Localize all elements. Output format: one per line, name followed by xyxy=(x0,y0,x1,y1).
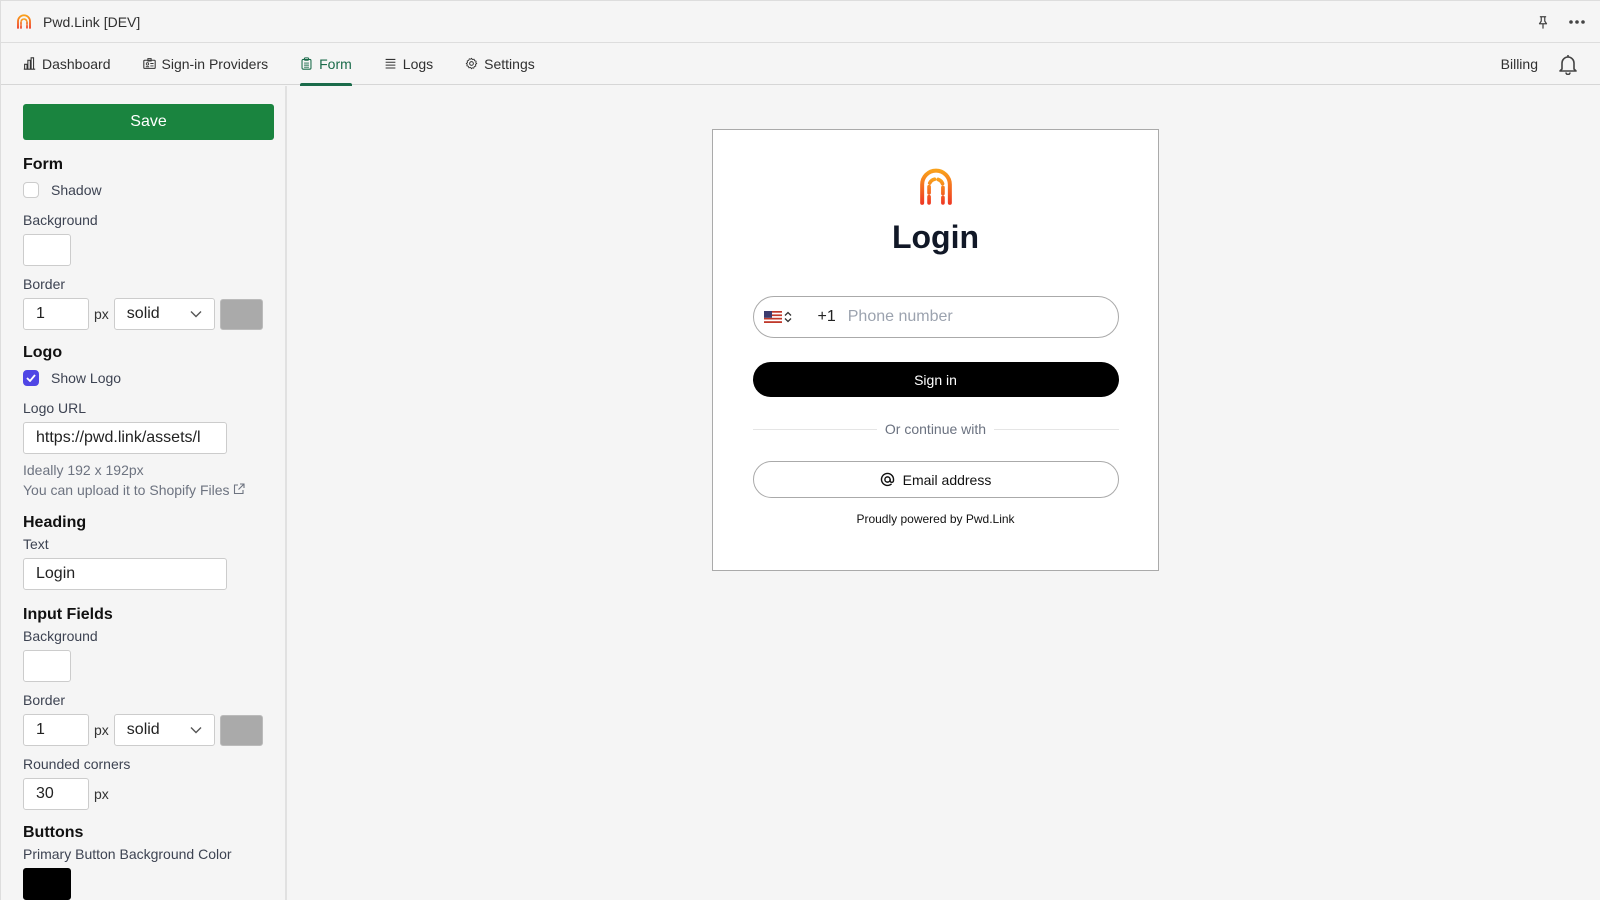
show-logo-label: Show Logo xyxy=(51,370,122,386)
or-divider: Or continue with xyxy=(752,421,1119,437)
show-logo-checkbox[interactable] xyxy=(23,370,39,386)
input-background-color-picker[interactable] xyxy=(23,650,71,682)
country-selector[interactable] xyxy=(763,311,792,323)
heading-text-label: Text xyxy=(23,536,49,552)
more-options-icon[interactable] xyxy=(1568,19,1586,25)
id-card-icon xyxy=(142,58,156,69)
sign-in-button[interactable]: Sign in xyxy=(752,362,1119,397)
tab-label: Settings xyxy=(484,55,535,72)
tab-label: Logs xyxy=(402,55,434,72)
logo-section-title: Logo xyxy=(23,344,63,361)
country-code: +1 xyxy=(817,308,836,325)
rounded-corners-label: Rounded corners xyxy=(23,756,131,772)
powered-by-text: Proudly powered by Pwd.Link xyxy=(856,512,1015,526)
tab-sign-in-providers[interactable]: Sign-in Providers xyxy=(142,43,269,85)
at-sign-icon xyxy=(880,472,894,487)
buttons-section-title: Buttons xyxy=(23,824,84,841)
form-border-label: Border xyxy=(23,276,66,292)
primary-button-bg-label: Primary Button Background Color xyxy=(23,846,232,862)
chevron-down-icon xyxy=(190,311,202,318)
heading-text-input[interactable] xyxy=(23,558,227,590)
form-border-style-select[interactable]: solid xyxy=(113,298,215,330)
input-border-width-input[interactable] xyxy=(23,714,89,746)
px-unit: px xyxy=(94,786,109,802)
login-form-preview: Login +1 Phone number Sign in Or continu… xyxy=(712,129,1159,571)
select-value: solid xyxy=(126,721,160,738)
primary-button-bg-color-picker[interactable] xyxy=(23,868,71,900)
divider-text: Or continue with xyxy=(884,421,987,437)
billing-link[interactable]: Billing xyxy=(1501,56,1538,72)
clipboard-icon xyxy=(301,57,312,70)
input-border-color-picker[interactable] xyxy=(219,714,263,746)
logo-size-hint: Ideally 192 x 192px xyxy=(23,462,144,478)
save-button[interactable]: Save xyxy=(23,104,274,140)
phone-input[interactable]: +1 Phone number xyxy=(752,296,1119,338)
input-fields-section-title: Input Fields xyxy=(23,606,113,623)
tab-form[interactable]: Form xyxy=(300,43,352,86)
tab-label: Sign-in Providers xyxy=(161,55,269,72)
gear-icon xyxy=(465,57,478,70)
login-heading: Login xyxy=(891,219,980,255)
list-icon xyxy=(385,58,396,69)
app-title: Pwd.Link [DEV] xyxy=(43,13,141,30)
app-logo-icon xyxy=(17,13,31,29)
checkmark-icon xyxy=(26,374,36,382)
px-unit: px xyxy=(94,306,109,322)
tab-label: Dashboard xyxy=(42,55,111,72)
main-nav: Dashboard Sign-in Providers Form Logs Se… xyxy=(1,43,1600,86)
email-button-label: Email address xyxy=(902,471,992,488)
phone-placeholder: Phone number xyxy=(847,308,953,325)
chevron-up-down-icon xyxy=(784,311,791,323)
bell-icon[interactable] xyxy=(1558,53,1578,75)
divider-line xyxy=(994,428,1119,430)
settings-sidebar: Save Form Shadow Background Border px so… xyxy=(1,86,287,900)
chevron-down-icon xyxy=(190,727,202,734)
tab-logs[interactable]: Logs xyxy=(384,43,433,85)
form-section-title: Form xyxy=(23,156,63,173)
select-value: solid xyxy=(126,305,160,322)
heading-section-title: Heading xyxy=(23,514,87,531)
form-border-color-picker[interactable] xyxy=(219,298,263,330)
divider-line xyxy=(752,428,877,430)
form-background-label: Background xyxy=(23,212,98,228)
px-unit: px xyxy=(94,722,109,738)
tab-dashboard[interactable]: Dashboard xyxy=(23,43,111,85)
us-flag-icon xyxy=(763,311,782,323)
logo-url-input[interactable] xyxy=(23,422,227,454)
tab-label: Form xyxy=(319,55,352,72)
shadow-checkbox[interactable] xyxy=(23,182,39,198)
input-border-style-select[interactable]: solid xyxy=(113,714,215,746)
shadow-label: Shadow xyxy=(51,182,102,198)
rounded-corners-input[interactable] xyxy=(23,778,89,810)
title-bar: Pwd.Link [DEV] xyxy=(1,1,1600,43)
bar-chart-icon xyxy=(23,57,36,70)
email-address-button[interactable]: Email address xyxy=(752,461,1119,498)
external-link-icon xyxy=(234,483,245,495)
input-border-label: Border xyxy=(23,692,66,708)
fingerprint-logo-icon xyxy=(919,168,952,205)
shopify-files-link[interactable]: You can upload it to Shopify Files xyxy=(23,482,245,498)
pin-icon[interactable] xyxy=(1536,15,1550,29)
tab-settings[interactable]: Settings xyxy=(465,43,535,85)
logo-url-label: Logo URL xyxy=(23,400,87,416)
form-background-color-picker[interactable] xyxy=(23,234,71,266)
input-background-label: Background xyxy=(23,628,98,644)
form-border-width-input[interactable] xyxy=(23,298,89,330)
